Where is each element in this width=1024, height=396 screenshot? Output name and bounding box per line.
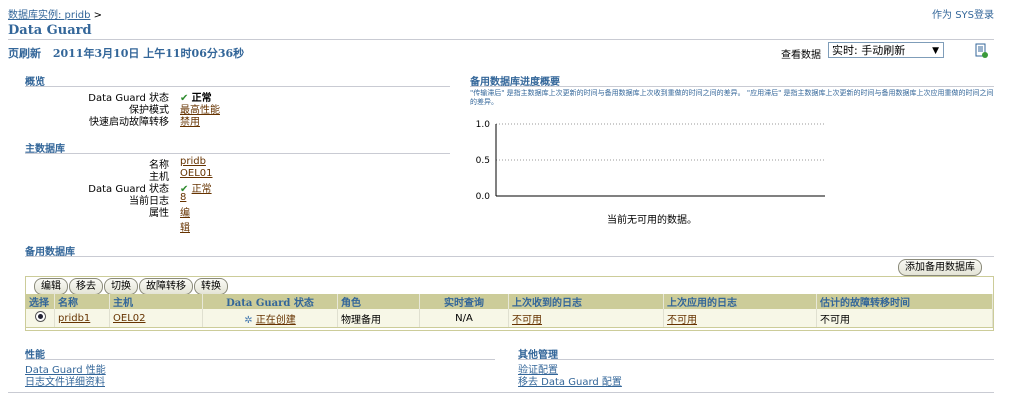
title-divider (8, 39, 994, 40)
chart-empty-message: 当前无可用的数据。 (607, 215, 697, 226)
col-realtime-query: 实时查询 (419, 294, 509, 309)
col-last-received-log: 上次收到的日志 (508, 294, 664, 309)
progress-chart-svg: 1.0 0.5 0.0 (476, 120, 825, 202)
progress-note: "传输滞后" 是指主数据库上次更新的时间与备用数据库上次收到重做的时间之间的差异… (470, 89, 994, 106)
refresh-label: 页刷新 (8, 47, 41, 60)
properties-edit-link[interactable]: 编辑 (180, 204, 190, 234)
fast-start-failover-label: 快速启动故障转移 (89, 117, 169, 128)
properties-label: 属性 (149, 208, 169, 219)
performance-divider (25, 359, 495, 360)
breadcrumb-database-instance-link[interactable]: 数据库实例: pridb (8, 10, 90, 21)
y-tick-label: 0.5 (476, 156, 490, 166)
failover-time-cell: 不可用 (816, 309, 993, 328)
user-prefix: 作为 (932, 10, 952, 21)
last-received-cell: 不可用 (508, 309, 664, 328)
col-role: 角色 (337, 294, 420, 309)
dg-status-cell: ✲ 正在创建 (202, 309, 338, 328)
breadcrumb-separator: > (93, 10, 103, 21)
standby-host-link[interactable]: OEL02 (113, 313, 146, 324)
gear-icon: ✲ (244, 314, 253, 326)
remove-button[interactable]: 移去 (69, 278, 103, 295)
table-header-row: 选择 名称 主机 Data Guard 状态 角色 实时查询 上次收到的日志 上… (26, 294, 993, 309)
progress-chart: 1.0 0.5 0.0 (470, 114, 830, 204)
add-standby-button[interactable]: 添加备用数据库 (898, 259, 982, 276)
primary-name-link[interactable]: pridb (180, 156, 206, 167)
y-tick-label: 1.0 (476, 120, 491, 130)
standby-name-link[interactable]: pridb1 (58, 313, 90, 324)
standby-table: 选择 名称 主机 Data Guard 状态 角色 实时查询 上次收到的日志 上… (26, 294, 993, 328)
user-info: 作为 SYS登录 (932, 6, 994, 21)
page-title: Data Guard (8, 23, 92, 38)
primary-db-divider (25, 153, 450, 154)
select-cell (26, 309, 55, 328)
view-data-label: 查看数据 (781, 50, 821, 61)
view-data-select[interactable]: 实时: 手动刷新 ▼ (828, 42, 944, 58)
failover-button[interactable]: 故障转移 (139, 278, 193, 295)
edit-button[interactable]: 编辑 (34, 278, 68, 295)
host-cell: OEL02 (109, 309, 203, 328)
page-refresh-info: 页刷新 2011年3月10日 上午11时06分36秒 (8, 45, 244, 61)
name-cell: pridb1 (54, 309, 110, 328)
last-applied-link[interactable]: 不可用 (667, 315, 697, 326)
col-host: 主机 (109, 294, 203, 309)
standby-table-container: 编辑 移去 切换 故障转移 转换 选择 名称 主机 Data Guard 状态 角色 实… (25, 276, 994, 331)
printable-page-icon[interactable] (975, 43, 989, 59)
col-name: 名称 (54, 294, 110, 309)
current-log-link[interactable]: 8 (180, 192, 186, 203)
col-dg-status: Data Guard 状态 (202, 294, 338, 309)
primary-dg-status-link[interactable]: 正常 (192, 184, 212, 195)
other-admin-divider (518, 359, 994, 360)
remove-dg-config-link[interactable]: 移去 Data Guard 配置 (518, 373, 622, 388)
breadcrumb: 数据库实例: pridb > (8, 6, 102, 21)
progress-divider (470, 86, 994, 87)
col-estimated-failover-time: 估计的故障转移时间 (816, 294, 993, 309)
col-select: 选择 (26, 294, 55, 309)
standby-divider (25, 256, 994, 257)
user-name: SYS (955, 10, 974, 21)
standby-toolbar: 编辑 移去 切换 故障转移 转换 (34, 278, 229, 295)
switchover-button[interactable]: 切换 (104, 278, 138, 295)
chevron-down-icon: ▼ (932, 46, 939, 56)
last-received-link[interactable]: 不可用 (512, 315, 542, 326)
convert-button[interactable]: 转换 (194, 278, 228, 295)
table-row: pridb1 OEL02 ✲ 正在创建 物理备用 N/A 不可用 不可用 不可用 (26, 309, 993, 328)
log-file-details-link[interactable]: 日志文件详细资料 (25, 373, 105, 388)
realtime-query-cell: N/A (419, 309, 509, 328)
view-data-selected: 实时: 手动刷新 (832, 44, 906, 57)
primary-host-link[interactable]: OEL01 (180, 168, 213, 179)
row-select-radio[interactable] (34, 311, 46, 322)
col-last-applied-log: 上次应用的日志 (663, 294, 817, 309)
standby-status-link[interactable]: 正在创建 (256, 315, 296, 326)
footer-divider (8, 392, 994, 393)
y-tick-label: 0.0 (476, 192, 491, 202)
last-applied-cell: 不可用 (663, 309, 817, 328)
role-cell: 物理备用 (337, 309, 420, 328)
refresh-time: 2011年3月10日 上午11时06分36秒 (52, 47, 245, 60)
fast-start-failover-link[interactable]: 禁用 (180, 113, 200, 128)
overview-divider (25, 86, 450, 87)
user-action: 登录 (974, 10, 994, 21)
